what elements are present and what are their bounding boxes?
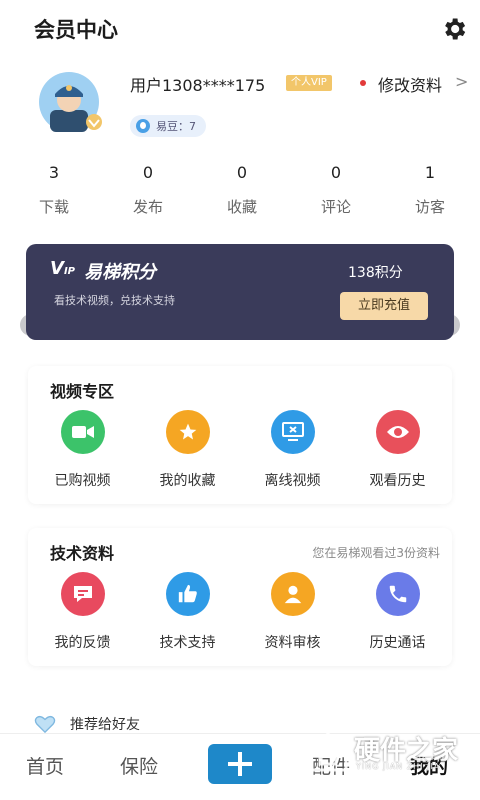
grid-label: 历史通话 xyxy=(369,635,426,651)
grid-label: 观看历史 xyxy=(369,473,426,489)
grid-label: 我的反馈 xyxy=(54,635,111,651)
stat-label: 发布 xyxy=(132,198,163,216)
stat-downloads[interactable]: 3 下载 xyxy=(28,158,80,228)
grid-label: 我的收藏 xyxy=(159,473,216,489)
stat-visitors[interactable]: 1 访客 xyxy=(404,158,456,228)
watermark: 硬件之家 YING JIAN ZHI JIA xyxy=(302,730,472,776)
vip-badge: 个人VIP xyxy=(286,75,332,91)
bean-icon xyxy=(136,119,150,133)
tech-grid: 我的反馈 技术支持 资料审核 历史通话 xyxy=(28,572,452,662)
house-logo-icon xyxy=(308,732,348,772)
stat-label: 访客 xyxy=(414,198,445,216)
points-title: 易梯积分 xyxy=(84,262,156,283)
stat-value: 1 xyxy=(424,163,436,182)
section-title: 技术资料 xyxy=(50,544,115,563)
grid-label: 技术支持 xyxy=(159,635,216,651)
stat-value: 0 xyxy=(236,163,248,182)
grid-item-offline-videos[interactable]: 离线视频 xyxy=(243,410,343,500)
vip-logo: VIP xyxy=(50,258,75,279)
phone-icon xyxy=(375,572,420,616)
user-review-icon xyxy=(270,572,315,616)
grid-label: 离线视频 xyxy=(264,473,321,489)
section-title: 视频专区 xyxy=(50,382,115,401)
stat-favorites[interactable]: 0 收藏 xyxy=(216,158,268,228)
stat-label: 收藏 xyxy=(226,198,257,216)
points-value: 138积分 xyxy=(348,265,403,281)
video-grid: 已购视频 我的收藏 离线视频 观看历史 xyxy=(28,410,452,500)
page-title: 会员中心 xyxy=(34,18,118,42)
stat-value: 0 xyxy=(142,163,154,182)
username: 用户1308****175 xyxy=(130,76,266,95)
grid-item-purchased-videos[interactable]: 已购视频 xyxy=(33,410,133,500)
avatar[interactable] xyxy=(32,70,106,134)
nav-insurance[interactable]: 保险 xyxy=(120,752,158,779)
grid-label: 资料审核 xyxy=(264,635,321,651)
heart-icon xyxy=(34,715,56,734)
monitor-icon xyxy=(270,410,315,454)
section-note: 您在易梯观看过3份资料 xyxy=(312,546,440,560)
edit-profile-link[interactable]: 修改资料 xyxy=(378,72,442,96)
notification-dot xyxy=(360,80,366,86)
feedback-icon xyxy=(60,572,105,616)
thumbs-up-icon xyxy=(165,572,210,616)
stat-value: 0 xyxy=(330,163,342,182)
grid-item-call-history[interactable]: 历史通话 xyxy=(348,572,448,662)
header: 会员中心 xyxy=(0,0,480,56)
grid-item-my-favorites[interactable]: 我的收藏 xyxy=(138,410,238,500)
grid-label: 已购视频 xyxy=(54,473,111,489)
recharge-button[interactable]: 立即充值 xyxy=(340,292,428,320)
grid-item-my-feedback[interactable]: 我的反馈 xyxy=(33,572,133,662)
star-icon xyxy=(165,410,210,454)
eye-icon xyxy=(375,410,420,454)
gear-icon[interactable] xyxy=(440,15,468,43)
points-subtitle: 看技术视频，兑技术支持 xyxy=(54,294,175,307)
stat-label: 下载 xyxy=(38,198,69,216)
watermark-subtext: YING JIAN ZHI JIA xyxy=(356,762,441,771)
tech-section: 技术资料 您在易梯观看过3份资料 我的反馈 技术支持 资料审核 历史通话 xyxy=(28,528,452,666)
stat-comments[interactable]: 0 评论 xyxy=(310,158,362,228)
coins-label: 易豆：7 xyxy=(156,120,196,133)
nav-home[interactable]: 首页 xyxy=(26,752,64,779)
grid-item-document-review[interactable]: 资料审核 xyxy=(243,572,343,662)
stat-published[interactable]: 0 发布 xyxy=(122,158,174,228)
points-banner[interactable]: VIP 易梯积分 看技术视频，兑技术支持 138积分 立即充值 xyxy=(26,244,454,340)
grid-item-watch-history[interactable]: 观看历史 xyxy=(348,410,448,500)
video-camera-icon xyxy=(60,410,105,454)
coins-badge[interactable]: 易豆：7 xyxy=(130,115,206,137)
recommend-label: 推荐给好友 xyxy=(70,717,140,733)
video-section: 视频专区 已购视频 我的收藏 离线视频 观看历史 xyxy=(28,366,452,504)
add-button[interactable] xyxy=(208,744,272,784)
stat-value: 3 xyxy=(48,163,60,182)
chevron-right-icon[interactable]: > xyxy=(455,72,468,91)
stats-row: 3 下载 0 发布 0 收藏 0 评论 1 访客 xyxy=(0,158,480,228)
grid-item-tech-support[interactable]: 技术支持 xyxy=(138,572,238,662)
stat-label: 评论 xyxy=(320,198,351,216)
